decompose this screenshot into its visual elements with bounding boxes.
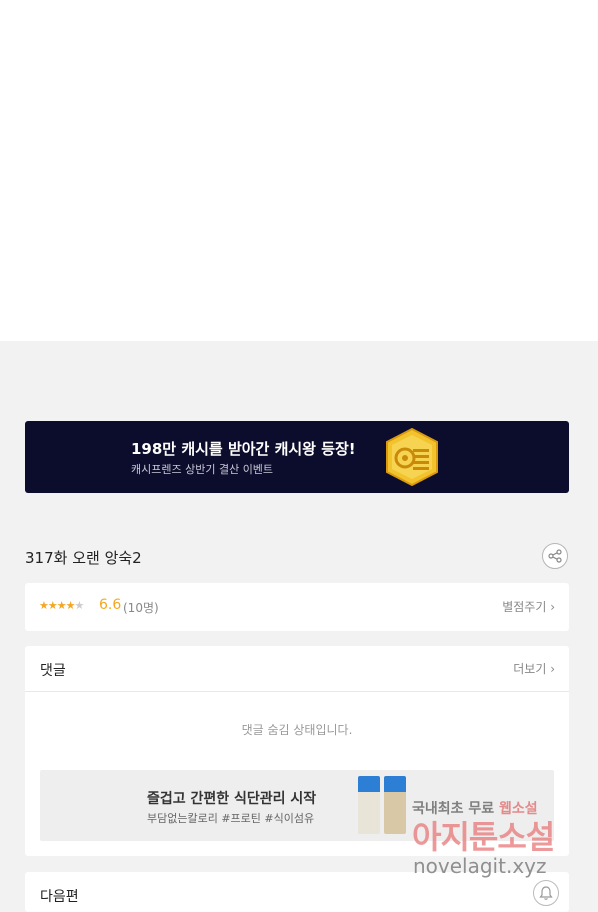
watermark-logo-text: 아지툰소설 [412,818,555,856]
rating-card: ★★★★★ 6.6 (10명) 별점주기 › [25,583,569,631]
episode-title: 317화 오랜 앙숙2 [25,549,142,567]
star-rating-icon: ★★★★★ [39,599,84,612]
product-image [358,776,380,834]
banner-subtitle: 캐시프렌즈 상반기 결산 이벤트 [131,463,274,476]
next-episode-label: 다음편 [40,889,79,905]
product-image [384,776,406,834]
content-image-area [0,0,598,341]
rating-score: 6.6 [99,597,122,613]
rate-button[interactable]: 별점주기 › [502,598,555,615]
banner-title: 198만 캐시를 받아간 캐시왕 등장! [131,440,356,458]
coin-icon [386,427,438,487]
ad-subtitle: 부담없는칼로리 #프로틴 #식이섬유 [147,812,315,825]
rating-count: (10명) [123,601,159,615]
comments-hidden-message: 댓글 숨김 상태입니다. [241,723,353,737]
watermark: 국내최초 무료 웹소설 아지툰소설 novelagit.xyz [412,798,580,888]
comments-title: 댓글 [40,663,66,679]
share-button[interactable] [542,543,568,569]
comments-more-link[interactable]: 더보기 › [513,660,555,677]
watermark-url: novelagit.xyz [413,854,547,878]
divider [25,691,569,692]
ad-title: 즐겁고 간편한 식단관리 시작 [147,791,317,807]
event-banner[interactable]: 198만 캐시를 받아간 캐시왕 등장! 캐시프렌즈 상반기 결산 이벤트 [25,421,569,493]
share-icon [548,549,562,563]
